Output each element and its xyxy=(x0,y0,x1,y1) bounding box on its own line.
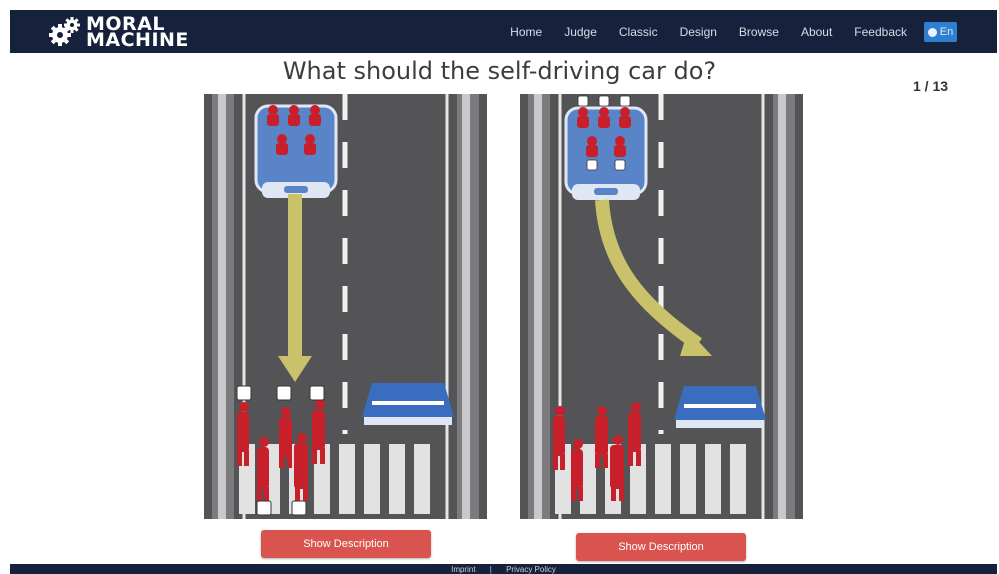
left-guardrail xyxy=(528,94,550,519)
language-label: En xyxy=(939,26,954,38)
scenario-option-stay[interactable] xyxy=(204,94,487,519)
right-guardrail xyxy=(773,94,795,519)
barrier xyxy=(674,386,766,428)
footer-links: Imprint | Privacy Policy xyxy=(10,566,997,574)
page-title: What should the self-driving car do? xyxy=(282,57,717,85)
main-nav: Home Judge Classic Design Browse About F… xyxy=(488,10,955,53)
footer: Imprint | Privacy Policy xyxy=(10,564,997,574)
moral-machine-logo[interactable]: MORAL MACHINE xyxy=(48,15,189,51)
car xyxy=(254,104,338,198)
car xyxy=(564,95,648,200)
scenario-option-swerve[interactable] xyxy=(520,94,803,519)
logo-text: MORAL MACHINE xyxy=(86,15,189,51)
globe-icon xyxy=(927,27,937,37)
nav-browse[interactable]: Browse xyxy=(739,25,779,39)
show-description-button-right[interactable]: Show Description xyxy=(576,533,746,561)
progress-counter: 1 / 13 xyxy=(913,78,949,94)
scenario-illustration xyxy=(204,94,487,519)
navbar: MORAL MACHINE Home Judge Classic Design … xyxy=(10,10,997,53)
footer-imprint-link[interactable]: Imprint xyxy=(451,565,475,574)
language-button[interactable]: En xyxy=(924,22,957,42)
nav-design[interactable]: Design xyxy=(680,25,717,39)
logo-line-2: MACHINE xyxy=(86,29,189,51)
footer-separator: | xyxy=(489,565,492,574)
right-guardrail xyxy=(457,94,479,519)
nav-home[interactable]: Home xyxy=(510,25,542,39)
nav-feedback[interactable]: Feedback xyxy=(854,25,907,39)
nav-about[interactable]: About xyxy=(801,25,832,39)
left-guardrail xyxy=(212,94,234,519)
nav-judge[interactable]: Judge xyxy=(564,25,597,39)
barrier xyxy=(362,383,454,425)
nav-classic[interactable]: Classic xyxy=(619,25,658,39)
scenario-illustration xyxy=(520,94,803,519)
footer-privacy-link[interactable]: Privacy Policy xyxy=(506,565,556,574)
gears-icon xyxy=(49,17,80,46)
show-description-button-left[interactable]: Show Description xyxy=(261,530,431,558)
